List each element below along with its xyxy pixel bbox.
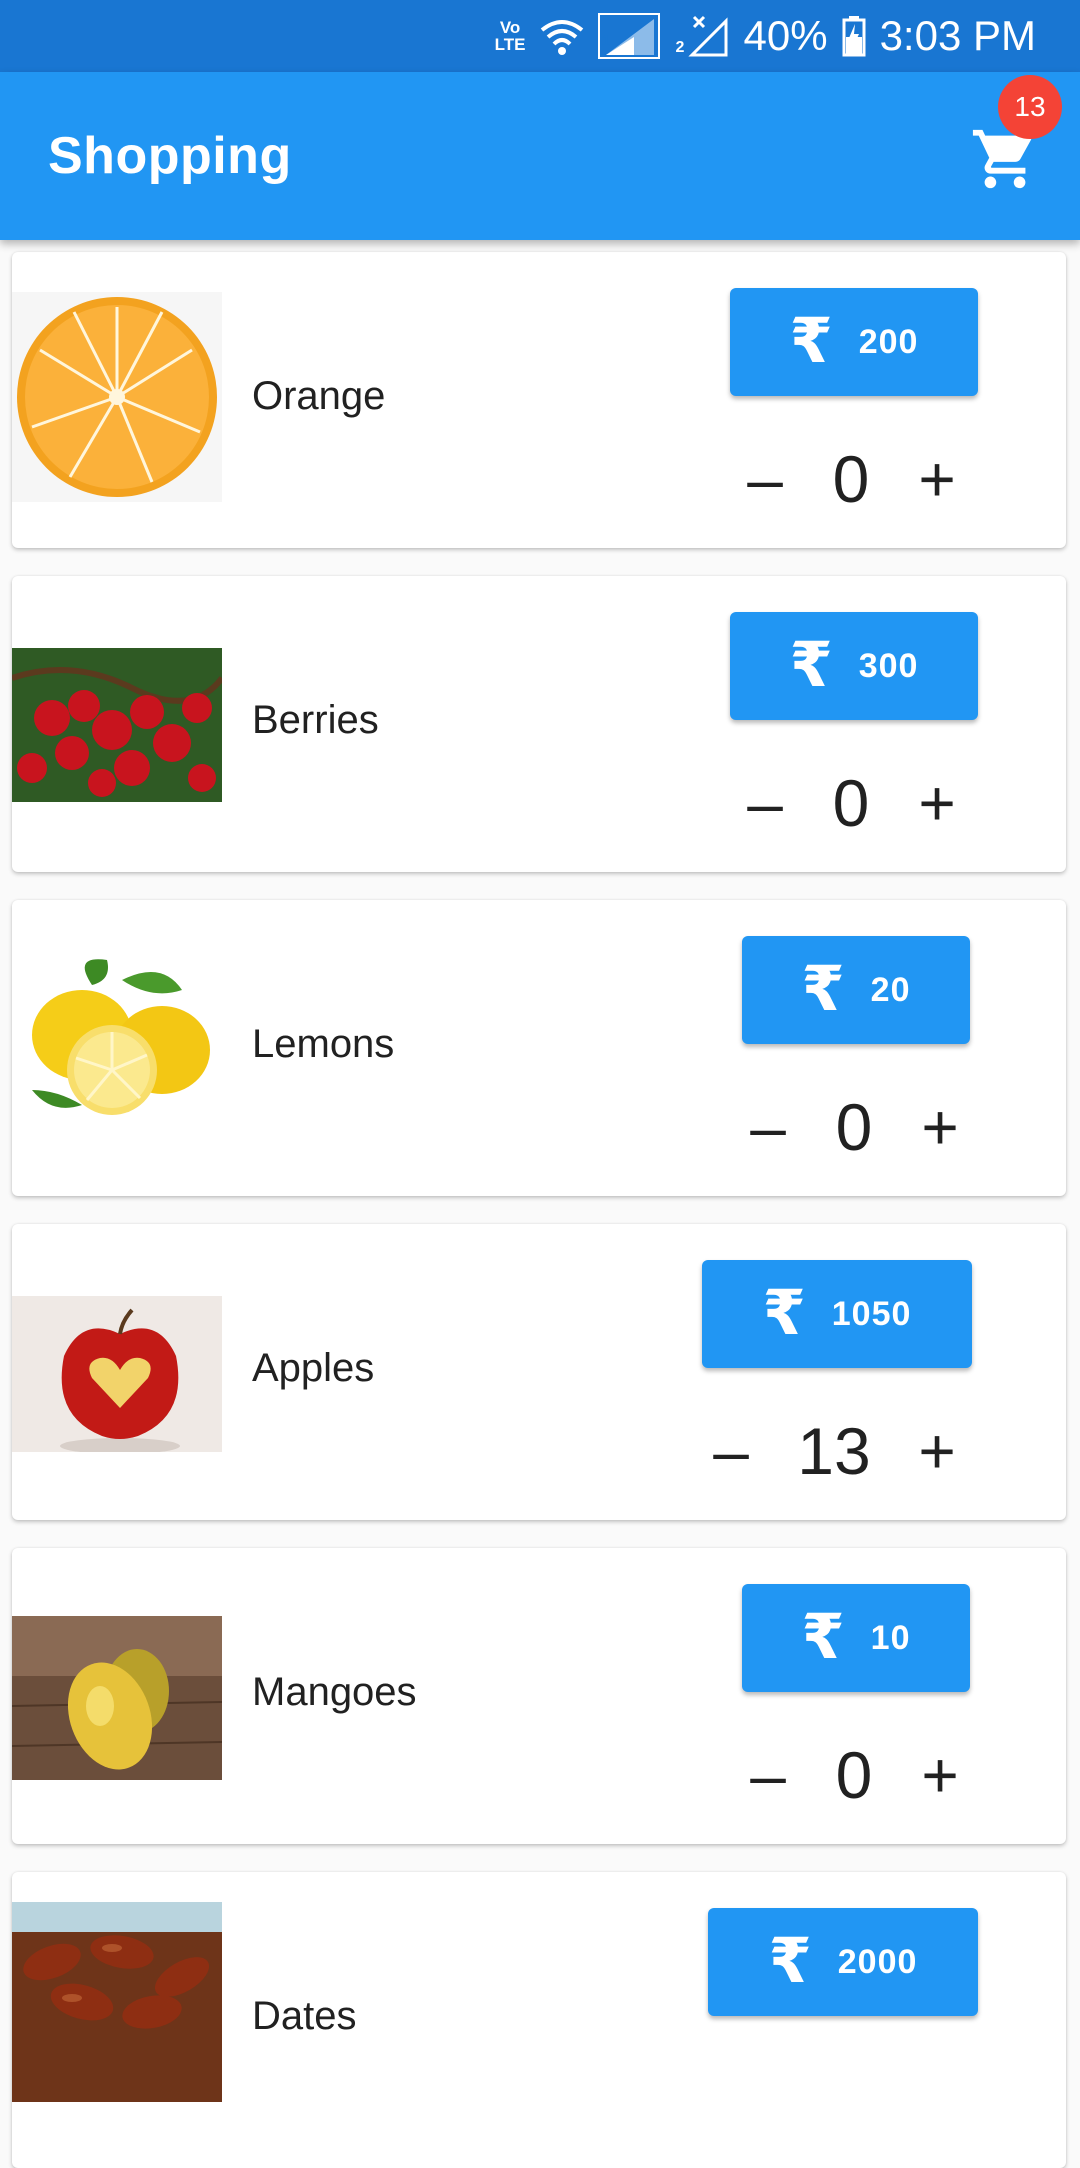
dates-image [12,1902,222,2102]
quantity-value: 0 [835,1090,873,1164]
decrement-button[interactable]: – [688,1419,774,1483]
price-value: 2000 [837,1942,918,1981]
price-button[interactable]: ₹ 2000 [708,1908,978,2016]
rupee-icon: ₹ [801,1603,845,1672]
price-button[interactable]: ₹ 1050 [702,1260,972,1368]
quantity-stepper: – 0 + [722,434,980,524]
quantity-stepper: – 0 + [725,1082,983,1172]
increment-button[interactable]: + [894,447,980,511]
price-button[interactable]: ₹ 20 [742,936,970,1044]
orange-image [12,292,222,502]
quantity-stepper: – 0 + [725,1730,983,1820]
product-card-lemons: Lemons ₹ 20 – 0 + [12,900,1066,1196]
price-value: 20 [870,970,911,1009]
status-bar: Vo LTE 1 2 40% 3:03 PM [0,0,1080,72]
price-value: 1050 [831,1294,912,1333]
lemons-image [12,940,222,1150]
decrement-button[interactable]: – [722,447,808,511]
battery-percent: 40% [743,12,828,59]
signal-sim2-icon: 2 [674,13,730,59]
increment-button[interactable]: + [897,1743,983,1807]
product-card-mangoes: Mangoes ₹ 10 – 0 + [12,1548,1066,1844]
decrement-button[interactable]: – [725,1095,811,1159]
rupee-icon: ₹ [789,631,833,700]
increment-button[interactable]: + [897,1095,983,1159]
rupee-icon: ₹ [762,1279,806,1348]
product-name: Dates [252,1994,357,2038]
price-value: 200 [858,322,919,361]
berries-image [12,648,222,802]
increment-button[interactable]: + [894,771,980,835]
page-title: Shopping [48,127,292,185]
mangoes-image [12,1616,222,1780]
price-button[interactable]: ₹ 200 [730,288,978,396]
quantity-value: 13 [797,1414,871,1488]
quantity-value: 0 [832,442,870,516]
price-value: 10 [870,1618,911,1657]
battery-charging-icon [842,15,866,57]
product-card-apples: Apples ₹ 1050 – 13 + [12,1224,1066,1520]
quantity-stepper: – 13 + [688,1406,980,1496]
clock: 3:03 PM [879,12,1036,59]
apple-image [12,1296,222,1452]
price-value: 300 [858,646,919,685]
quantity-stepper: – 0 + [722,758,980,848]
rupee-icon: ₹ [801,955,845,1024]
decrement-button[interactable]: – [725,1743,811,1807]
decrement-button[interactable]: – [722,771,808,835]
product-name: Berries [252,698,379,742]
product-name: Mangoes [252,1670,417,1714]
product-name: Apples [252,1346,375,1390]
price-button[interactable]: ₹ 300 [730,612,978,720]
increment-button[interactable]: + [894,1419,980,1483]
cart-count-badge: 13 [998,75,1062,139]
product-card-dates: Dates ₹ 2000 [12,1872,1066,2168]
rupee-icon: ₹ [789,307,833,376]
rupee-icon: ₹ [768,1927,812,1996]
signal-sim1-icon: 1 [597,13,660,59]
product-card-berries: Berries ₹ 300 – 0 + [12,576,1066,872]
product-card-orange: Orange ₹ 200 – 0 + [12,252,1066,548]
price-button[interactable]: ₹ 10 [742,1584,970,1692]
wifi-icon [540,16,584,56]
volte-indicator: Vo LTE [494,18,526,54]
product-name: Orange [252,374,386,418]
quantity-value: 0 [832,766,870,840]
app-bar: Shopping [0,72,1080,240]
quantity-value: 0 [835,1738,873,1812]
product-name: Lemons [252,1022,395,1066]
